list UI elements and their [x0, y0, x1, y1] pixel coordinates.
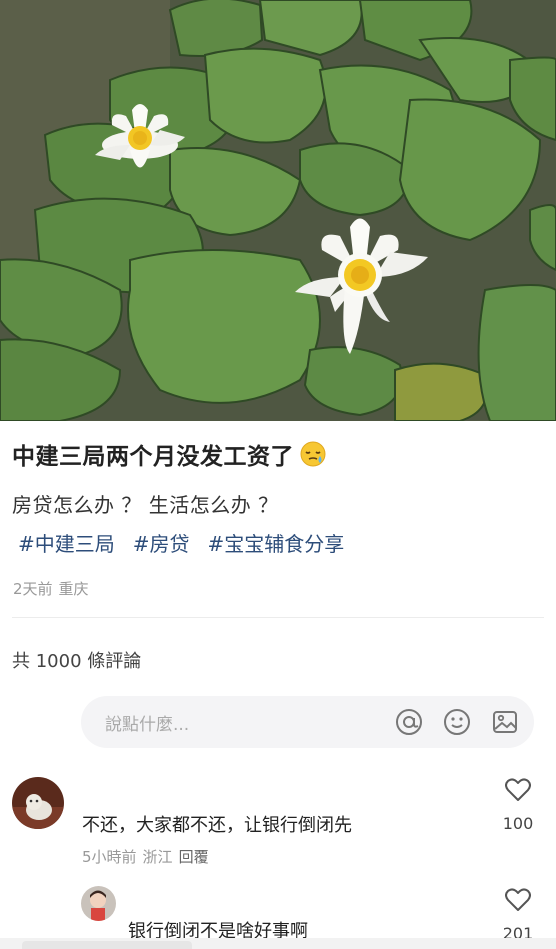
comment-time: 5小時前 — [82, 848, 137, 866]
hashtag-link[interactable]: #中建三局 — [18, 528, 115, 557]
like-button[interactable]: 201 — [500, 888, 536, 943]
post-meta: 2天前 重庆 — [13, 578, 89, 599]
reply-button[interactable]: 回覆 — [179, 846, 209, 867]
hashtag-list: #中建三局 #房贷 #宝宝辅食分享 — [18, 528, 344, 557]
like-count: 100 — [502, 814, 534, 833]
comment-input-placeholder[interactable]: 說點什麼... — [105, 710, 394, 735]
comment-text: 不还，大家都不还，让银行倒闭先 — [82, 815, 352, 836]
comment-meta: 5小時前 浙江 回覆 — [82, 846, 209, 867]
avatar[interactable] — [12, 777, 64, 829]
comment-count: 共 1000 條評論 — [12, 651, 142, 672]
heart-icon[interactable] — [505, 888, 531, 916]
at-icon[interactable] — [394, 707, 424, 737]
post-title: 中建三局两个月没发工资了 — [12, 437, 326, 471]
hashtag-link[interactable]: #房贷 — [133, 528, 190, 557]
comment-location: 浙江 — [142, 848, 173, 866]
hashtag-link[interactable]: #宝宝辅食分享 — [208, 528, 345, 557]
post-time: 2天前 — [13, 580, 53, 598]
post-location: 重庆 — [58, 580, 89, 598]
comment-input[interactable]: 說點什麼... — [81, 696, 534, 748]
post-photo[interactable] — [0, 0, 556, 421]
post-body: 房贷怎么办 ？ 生活怎么办 ？ — [12, 493, 279, 517]
like-button[interactable]: 100 — [500, 778, 536, 833]
emoji-icon[interactable] — [442, 707, 472, 737]
section-divider — [12, 617, 544, 618]
image-icon[interactable] — [490, 707, 520, 737]
sleepy-face-emoji-icon — [300, 441, 326, 467]
bottom-bar-pill — [22, 941, 192, 949]
avatar[interactable] — [81, 886, 116, 921]
post-title-text: 中建三局两个月没发工资了 — [12, 444, 294, 470]
heart-icon[interactable] — [505, 778, 531, 806]
bottom-bar — [0, 938, 556, 949]
